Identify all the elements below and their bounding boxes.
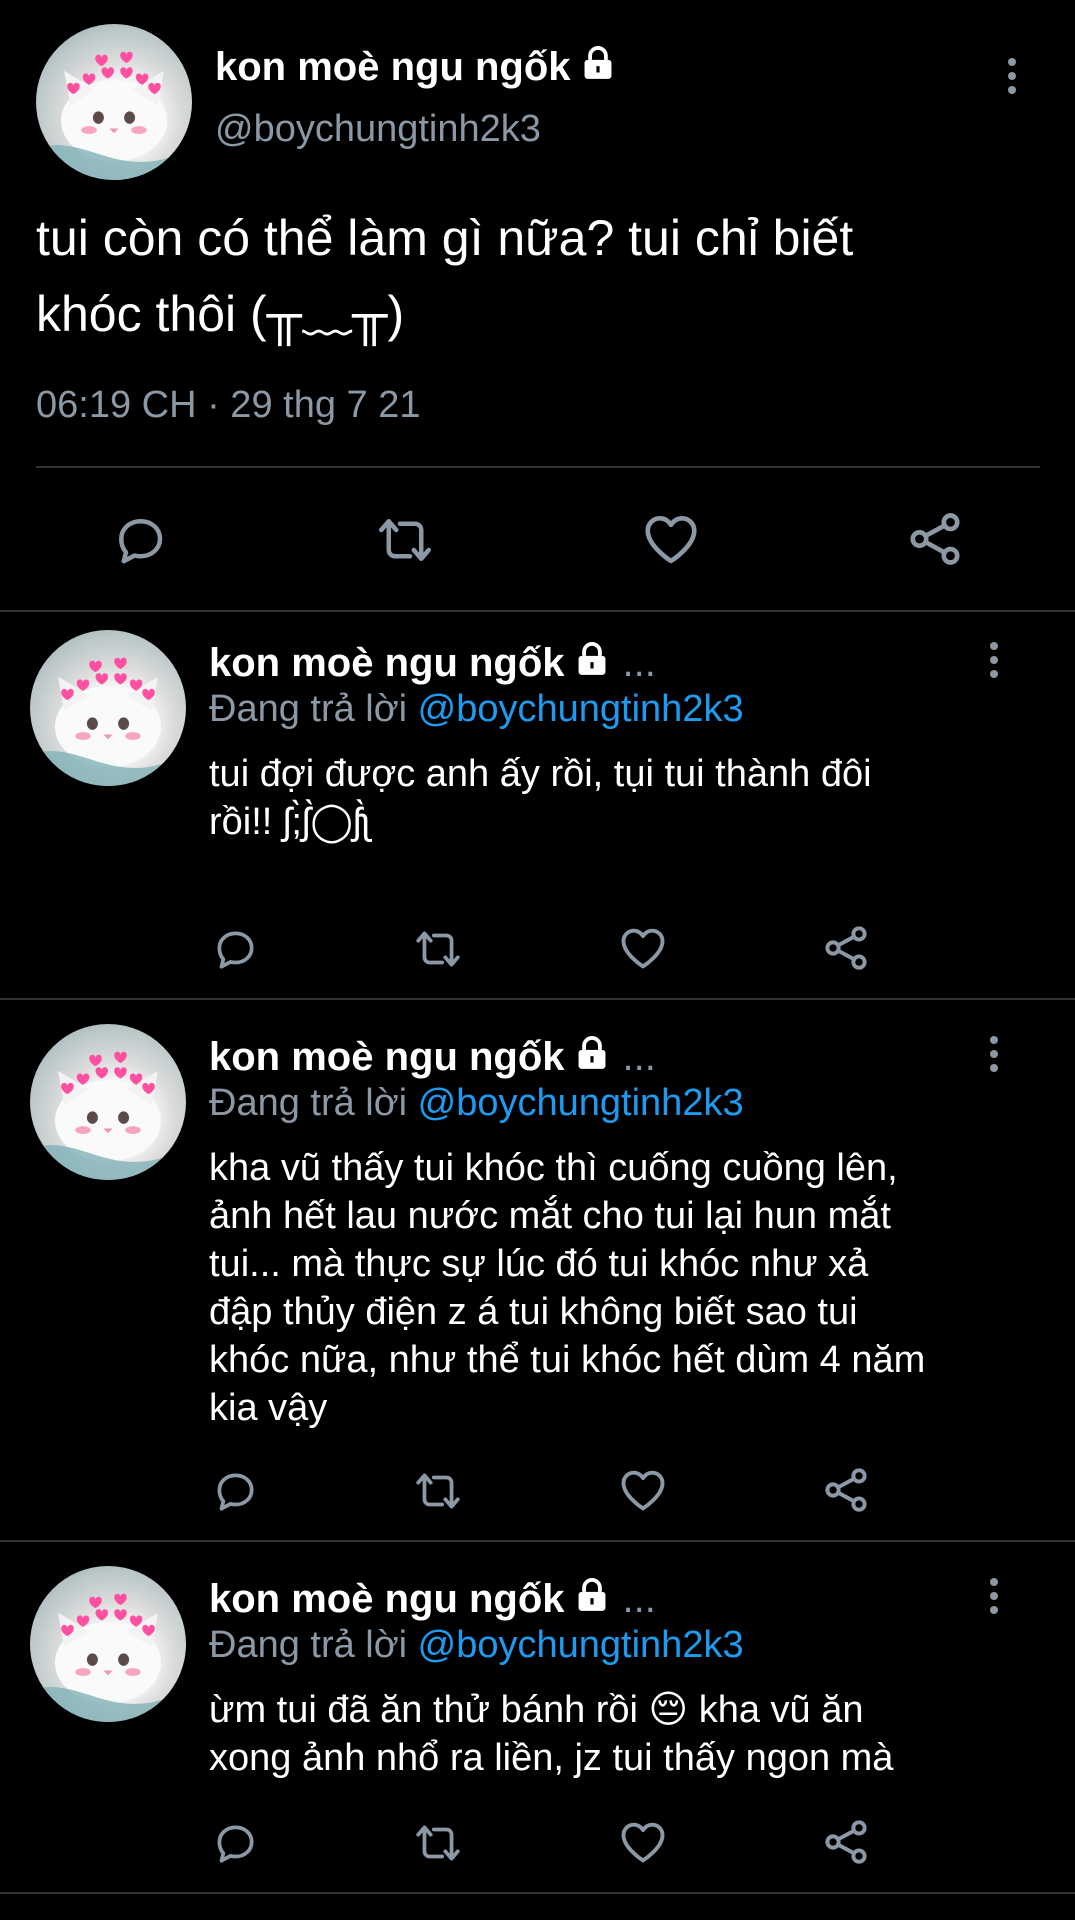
more-icon[interactable] — [984, 638, 1004, 682]
tweet-text: kha vũ thấy tui khóc thì cuống cuồng lên… — [209, 1147, 926, 1429]
reply-icon — [110, 510, 170, 570]
cat-avatar-icon — [30, 1566, 186, 1722]
tweet-text: tui còn có thể làm gì nữa? tui chỉ biết … — [36, 210, 854, 342]
share-button[interactable] — [820, 1464, 872, 1516]
retweet-button[interactable] — [410, 1818, 466, 1868]
reply-button[interactable] — [210, 924, 260, 974]
replying-to: Đang trả lời @boychungtinh2k3 — [209, 1082, 744, 1124]
like-icon — [617, 1464, 669, 1516]
share-icon — [904, 508, 966, 570]
divider — [0, 1540, 1075, 1542]
share-icon — [820, 1816, 872, 1868]
replying-to: Đang trả lời @boychungtinh2k3 — [209, 688, 744, 730]
retweet-button[interactable] — [410, 924, 466, 974]
share-button[interactable] — [904, 508, 966, 570]
like-button[interactable] — [640, 508, 702, 570]
like-icon — [617, 1816, 669, 1868]
mention-link[interactable]: @boychungtinh2k3 — [418, 1624, 744, 1666]
display-name[interactable]: kon moè ngu ngốk — [215, 44, 617, 90]
divider — [36, 466, 1040, 468]
display-name[interactable]: kon moè ngu ngốk... — [209, 640, 656, 686]
more-icon[interactable] — [984, 1574, 1004, 1618]
reply-icon — [210, 1466, 260, 1516]
mention-link[interactable]: @boychungtinh2k3 — [418, 688, 744, 730]
divider — [0, 998, 1075, 1000]
avatar[interactable] — [30, 1566, 186, 1722]
retweet-button[interactable] — [410, 1466, 466, 1516]
share-icon — [820, 922, 872, 974]
cat-avatar-icon — [30, 1024, 186, 1180]
replying-to: Đang trả lời @boychungtinh2k3 — [209, 1624, 744, 1666]
cat-avatar-icon — [36, 24, 192, 180]
share-button[interactable] — [820, 922, 872, 974]
reply-button[interactable] — [210, 1818, 260, 1868]
reply-button[interactable] — [110, 510, 170, 570]
divider — [0, 610, 1075, 612]
like-button[interactable] — [617, 1816, 669, 1868]
timestamp[interactable]: 06:19 CH · 29 thg 7 21 — [36, 384, 420, 427]
like-button[interactable] — [617, 922, 669, 974]
cat-avatar-icon — [30, 630, 186, 786]
retweet-button[interactable] — [372, 510, 438, 570]
tweet-text: ừm tui đã ăn thử bánh rồi 😔 kha vũ ăn xo… — [209, 1689, 894, 1779]
retweet-icon — [410, 924, 466, 974]
like-icon — [640, 508, 702, 570]
lock-icon — [579, 44, 617, 82]
reply-button[interactable] — [210, 1466, 260, 1516]
handle[interactable]: @boychungtinh2k3 — [215, 108, 541, 151]
tweet-text: tui đợi được anh ấy rồi, tụi tui thành đ… — [209, 753, 872, 843]
lock-icon — [573, 1034, 611, 1072]
more-icon[interactable] — [984, 1032, 1004, 1076]
share-button[interactable] — [820, 1816, 872, 1868]
retweet-icon — [410, 1466, 466, 1516]
lock-icon — [573, 640, 611, 678]
avatar[interactable] — [36, 24, 192, 180]
reply-icon — [210, 924, 260, 974]
display-name[interactable]: kon moè ngu ngốk... — [209, 1034, 656, 1080]
display-name[interactable]: kon moè ngu ngốk... — [209, 1576, 656, 1622]
retweet-icon — [410, 1818, 466, 1868]
reply-icon — [210, 1818, 260, 1868]
lock-icon — [573, 1576, 611, 1614]
avatar[interactable] — [30, 1024, 186, 1180]
like-icon — [617, 922, 669, 974]
retweet-icon — [372, 510, 438, 570]
like-button[interactable] — [617, 1464, 669, 1516]
divider — [0, 1892, 1075, 1894]
more-icon[interactable] — [1002, 54, 1022, 98]
avatar[interactable] — [30, 630, 186, 786]
share-icon — [820, 1464, 872, 1516]
mention-link[interactable]: @boychungtinh2k3 — [418, 1082, 744, 1124]
